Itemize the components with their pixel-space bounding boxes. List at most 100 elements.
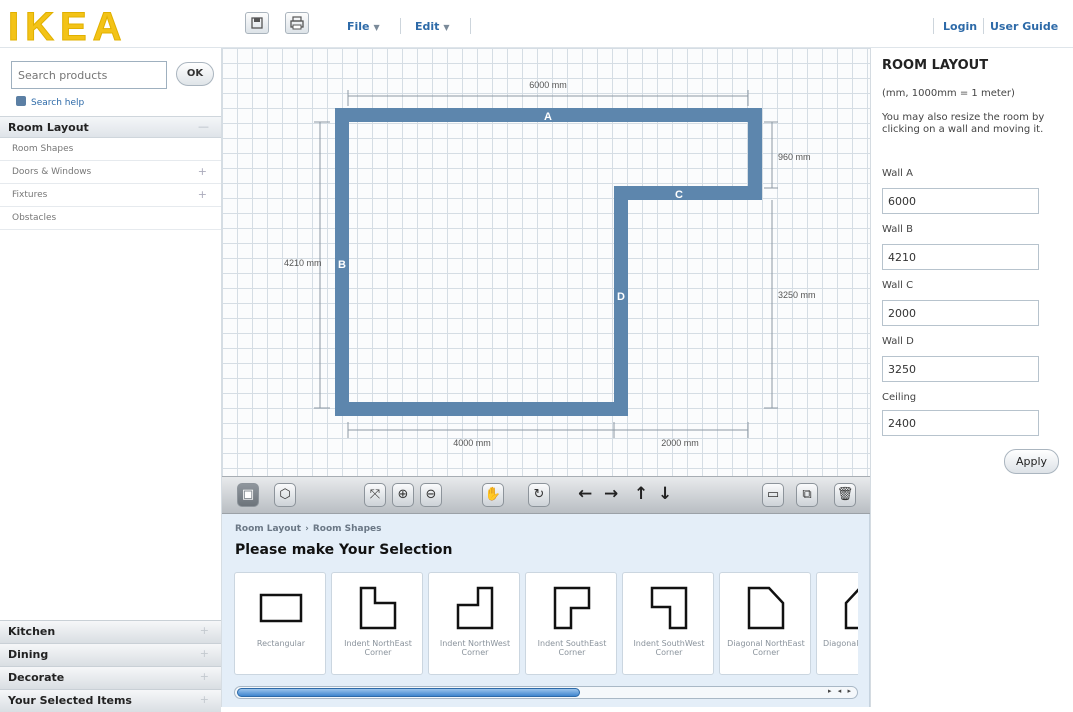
shape-label: Indent NorthEast Corner [344,639,412,657]
wall-c-label: C [675,189,683,201]
shape-card-diagonal-nw[interactable]: Diagonal NorthWest [816,572,858,675]
breadcrumb-item[interactable]: Room Shapes [313,524,382,534]
print-icon[interactable] [285,12,309,34]
scrollbar-thumb[interactable] [237,688,580,697]
collapse-icon[interactable]: — [198,120,209,133]
dimension-bottom-left: 4000 mm [453,438,491,448]
sidebar-item-doors-windows[interactable]: Doors & Windows + [0,161,221,184]
wall-a-input[interactable] [882,188,1039,214]
ceiling-input[interactable] [882,410,1039,436]
room-layout-section[interactable]: Room Layout — [0,116,221,138]
diagonal-northwest-shape-icon [844,588,858,630]
sidebar-item-obstacles[interactable]: Obstacles [0,207,221,230]
arrow-up-icon[interactable]: ↑ [634,484,648,504]
zoom-fit-icon[interactable]: ⤧ [364,483,386,507]
expand-icon: + [199,624,209,637]
arrow-down-icon[interactable]: ↓ [658,484,672,504]
section-label: Dining [8,648,49,661]
room-layout-panel: ROOM LAYOUT (mm, 1000mm = 1 meter) You m… [870,48,1073,707]
file-menu[interactable]: File ▼ [347,20,380,33]
search-input[interactable] [11,61,167,89]
wall-d-input[interactable] [882,356,1039,382]
search-ok-button[interactable]: OK [176,62,214,86]
menu-divider [470,18,471,34]
duplicate-icon[interactable]: ⧉ [796,483,818,507]
indent-southeast-shape-icon [553,586,591,630]
3d-view-icon[interactable]: ⬡ [274,483,296,507]
arrow-right-icon[interactable]: → [604,484,618,504]
wall-c-input[interactable] [882,300,1039,326]
expand-icon[interactable]: + [198,165,207,178]
room-layout-section-label: Room Layout [8,121,89,134]
indent-northeast-shape-icon [359,586,397,630]
indent-northwest-shape-icon [456,586,494,630]
edit-menu-label: Edit [415,20,440,33]
room-canvas[interactable]: 6000 mm 960 mm 4210 mm 3250 mm 4000 mm 2… [222,48,870,476]
shape-label: Diagonal NorthWest [822,639,858,648]
selected-items-section[interactable]: Your Selected Items + [0,689,221,712]
zoom-out-icon[interactable]: ⊖ [420,483,442,507]
sidebar-item-label: Room Shapes [12,144,74,154]
search-help-link[interactable]: Search help [16,96,84,108]
chevron-down-icon: ▼ [443,23,450,32]
svg-text:IKEA: IKEA [8,6,128,44]
dimension-right: 3250 mm [778,290,816,300]
shape-card-diagonal-ne[interactable]: Diagonal NorthEast Corner [719,572,811,675]
apply-button[interactable]: Apply [1004,449,1059,474]
arrow-left-icon[interactable]: ← [578,484,592,504]
dimension-right-small: 960 mm [778,152,811,162]
shape-card-indent-se[interactable]: Indent SouthEast Corner [525,572,617,675]
left-sidebar: OK Search help Room Layout — Room Shapes… [0,48,222,712]
selection-panel: Room Layout › Room Shapes Please make Your… [222,514,870,707]
ikea-logo: IKEA [8,6,128,44]
trash-icon[interactable]: 🗑 [834,483,856,507]
expand-icon[interactable]: + [198,188,207,201]
login-link[interactable]: Login [943,20,977,33]
search-help-label: Search help [31,98,85,108]
top-bar: IKEA File ▼ Edit ▼ Login User Guide [0,0,1073,48]
shape-card-rectangular[interactable]: Rectangular [234,572,326,675]
shape-label: Indent SouthWest Corner [633,639,705,657]
sidebar-item-fixtures[interactable]: Fixtures + [0,184,221,207]
wall-icon[interactable]: ▭ [762,483,784,507]
shape-card-indent-sw[interactable]: Indent SouthWest Corner [622,572,714,675]
2d-view-icon[interactable]: ▣ [237,483,259,507]
user-guide-link[interactable]: User Guide [990,20,1058,33]
dimension-bottom-right: 2000 mm [661,438,699,448]
panel-title: Please make Your Selection [235,542,453,558]
sidebar-item-room-shapes[interactable]: Room Shapes [0,138,221,161]
file-menu-label: File [347,20,370,33]
wall-c-field-label: Wall C [882,280,914,291]
rotate-icon[interactable]: ↻ [528,483,550,507]
units-note: (mm, 1000mm = 1 meter) [882,88,1015,99]
wall-a-label: A [544,111,552,123]
shape-scrollbar[interactable]: ▸ ◂ ▸ [234,686,858,699]
scroll-buttons-icon[interactable]: ▸ ◂ ▸ [828,687,853,695]
save-icon[interactable] [245,12,269,34]
section-label: Kitchen [8,625,56,638]
chevron-down-icon: ▼ [373,23,380,32]
move-icon[interactable]: ✋ [482,483,504,507]
wall-d-label: D [617,291,625,303]
edit-menu[interactable]: Edit ▼ [415,20,450,33]
room-walls [335,108,762,416]
wall-b-input[interactable] [882,244,1039,270]
dining-section[interactable]: Dining + [0,643,221,666]
room-drawing[interactable]: 6000 mm 960 mm 4210 mm 3250 mm 4000 mm 2… [222,48,870,476]
resize-hint: You may also resize the room by clicking… [882,112,1045,135]
zoom-in-icon[interactable]: ⊕ [392,483,414,507]
shape-card-indent-nw[interactable]: Indent NorthWest Corner [428,572,520,675]
expand-icon: + [199,693,209,706]
shape-card-indent-ne[interactable]: Indent NorthEast Corner [331,572,423,675]
sidebar-item-label: Obstacles [12,213,57,223]
kitchen-section[interactable]: Kitchen + [0,620,221,643]
wall-d-field-label: Wall D [882,336,914,347]
decorate-section[interactable]: Decorate + [0,666,221,689]
expand-icon: + [199,670,209,683]
diagonal-northeast-shape-icon [747,586,785,630]
canvas-toolbar: ▣ ⬡ ⤧ ⊕ ⊖ ✋ ↻ ← → ↑ ↓ ▭ ⧉ 🗑 [222,476,870,514]
breadcrumb-item[interactable]: Room Layout [235,524,301,534]
shape-label: Indent SouthEast Corner [537,639,607,657]
help-icon [16,96,26,106]
shape-label: Rectangular [256,639,306,648]
